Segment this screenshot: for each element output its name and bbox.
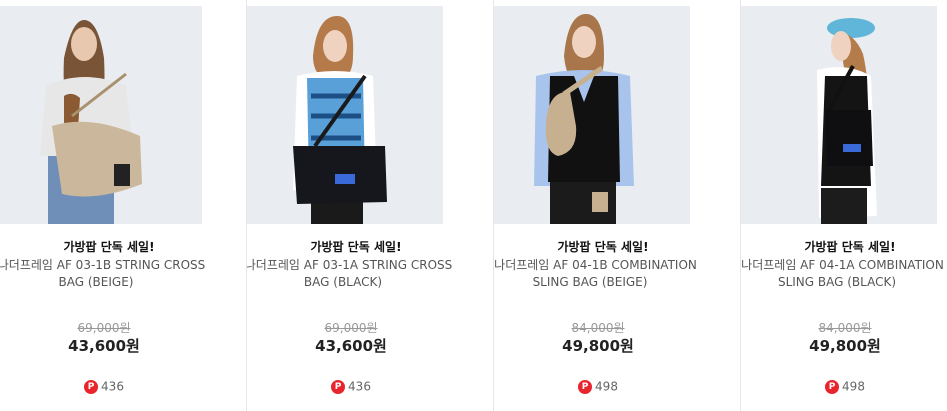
product-name[interactable]: 어나더프레임 AF 04-1A COMBINATION SLING BAG (B… [741, 257, 947, 291]
points-icon: P [825, 379, 840, 394]
product-card[interactable]: 가방팝 단독 세일! 어나더프레임 AF 04-1B COMBINATION S… [494, 0, 741, 411]
points-icon: P [331, 379, 346, 394]
reward-points: P 498 [494, 379, 702, 394]
original-price: 69,000원 [324, 321, 378, 335]
sale-badge-text: 가방팝 단독 세일! [63, 240, 155, 254]
original-price: 84,000원 [818, 321, 872, 335]
sale-price: 43,600원 [68, 337, 140, 355]
product-name[interactable]: 어나더프레임 AF 04-1B COMBINATION SLING BAG (B… [494, 257, 712, 291]
product-image[interactable] [741, 6, 937, 224]
product-name[interactable]: 어나더프레임 AF 03-1A STRING CROSS BAG (BLACK) [247, 257, 465, 291]
points-value: 498 [842, 379, 865, 394]
product-image[interactable] [494, 6, 690, 224]
product-card[interactable]: 가방팝 단독 세일! 어나더프레임 AF 03-1B STRING CROSS … [0, 0, 247, 411]
sale-price: 49,800원 [562, 337, 634, 355]
product-card[interactable]: 가방팝 단독 세일! 어나더프레임 AF 03-1A STRING CROSS … [247, 0, 494, 411]
product-image[interactable] [247, 6, 443, 224]
reward-points: P 436 [0, 379, 208, 394]
points-value: 436 [101, 379, 124, 394]
sale-badge-text: 가방팝 단독 세일! [310, 240, 402, 254]
sale-badge-text: 가방팝 단독 세일! [557, 240, 649, 254]
product-image[interactable] [0, 6, 202, 224]
reward-points: P 498 [741, 379, 947, 394]
product-card[interactable]: 가방팝 단독 세일! 어나더프레임 AF 04-1A COMBINATION S… [741, 0, 947, 411]
original-price: 84,000원 [571, 321, 625, 335]
points-value: 498 [595, 379, 618, 394]
product-name[interactable]: 어나더프레임 AF 03-1B STRING CROSS BAG (BEIGE) [0, 257, 218, 291]
points-value: 436 [348, 379, 371, 394]
sale-price: 43,600원 [315, 337, 387, 355]
points-icon: P [578, 379, 593, 394]
original-price: 69,000원 [77, 321, 131, 335]
sale-badge-text: 가방팝 단독 세일! [804, 240, 896, 254]
reward-points: P 436 [247, 379, 455, 394]
points-icon: P [84, 379, 99, 394]
sale-price: 49,800원 [809, 337, 881, 355]
